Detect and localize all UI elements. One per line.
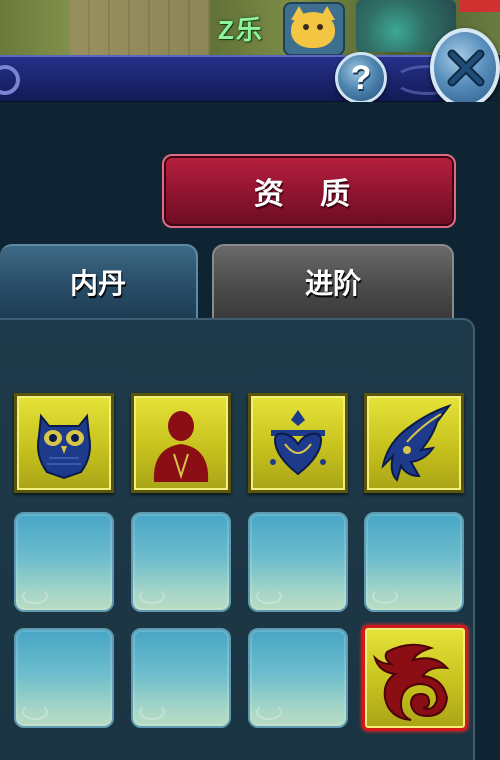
empty-slot[interactable] [131, 512, 231, 612]
empty-slot[interactable] [248, 628, 348, 728]
skill-slot[interactable] [131, 393, 231, 493]
building-wall [70, 0, 210, 55]
owl-icon [37, 413, 91, 480]
cloud-swirl-icon [372, 643, 450, 721]
help-button[interactable]: ? [335, 52, 387, 104]
empty-slot[interactable] [14, 512, 114, 612]
cloud-ornament-icon [0, 65, 20, 95]
close-button[interactable] [430, 28, 500, 108]
dragon-claw-icon [381, 404, 452, 482]
pet-avatar[interactable] [283, 2, 345, 55]
selected-skill-slot[interactable] [362, 625, 468, 731]
panel-header [0, 55, 470, 104]
empty-slot[interactable] [248, 512, 348, 612]
skill-slot[interactable] [14, 393, 114, 493]
heart-crest-icon [270, 410, 326, 476]
close-icon [447, 49, 485, 87]
empty-slot[interactable] [131, 628, 231, 728]
zone-title: Z乐 [218, 15, 264, 45]
quality-button[interactable]: 资 质 [162, 154, 456, 228]
tab-advance[interactable]: 进阶 [212, 244, 454, 320]
hp-bar [460, 0, 500, 12]
empty-slot[interactable] [364, 512, 464, 612]
empty-slot[interactable] [14, 628, 114, 728]
game-world-background: Z乐 [0, 0, 500, 55]
skill-slot[interactable] [364, 393, 464, 493]
tab-inner-core[interactable]: 内丹 [0, 244, 198, 320]
skill-slot[interactable] [248, 393, 348, 493]
figure-icon [153, 411, 209, 482]
